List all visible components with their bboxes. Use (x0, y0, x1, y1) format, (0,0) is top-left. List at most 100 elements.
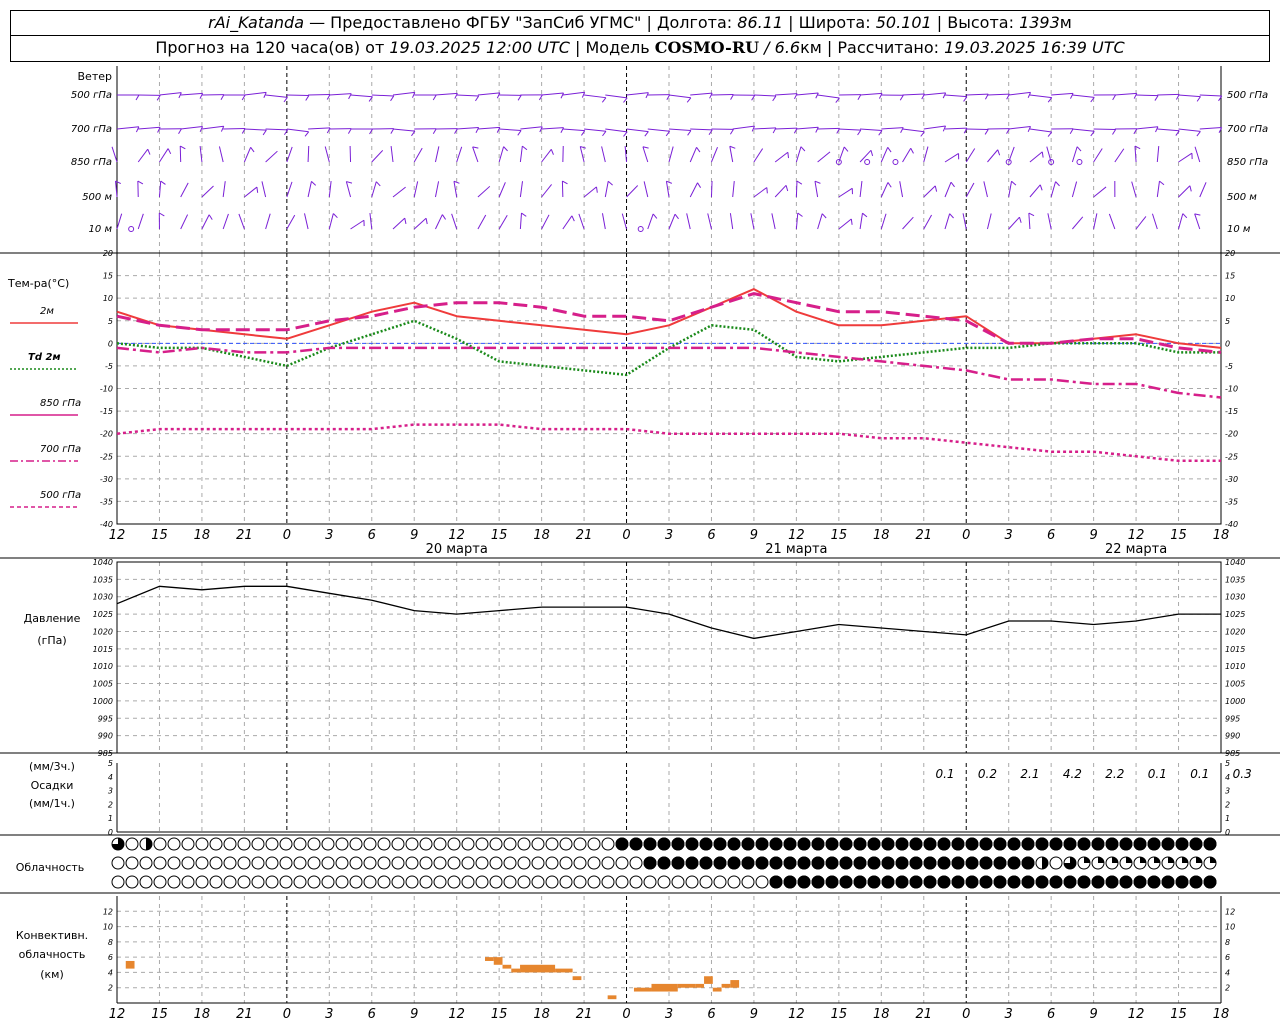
cloud-full (629, 837, 643, 851)
cloud-symbol (1175, 875, 1189, 889)
cloud-full (881, 856, 895, 870)
wind-barb-feather (814, 180, 821, 184)
cloud-symbol (1091, 837, 1105, 851)
wind-barb (413, 217, 427, 230)
cloud-symbol (923, 837, 937, 851)
wind-barb (345, 181, 352, 198)
wind-barb (222, 181, 226, 198)
cloud-partial (1084, 857, 1090, 863)
cloud-full (1119, 875, 1133, 889)
conv-x-tick: 18 (873, 1007, 890, 1022)
conv-layer (511, 968, 521, 973)
wind-barb (477, 185, 491, 198)
wind-barb (753, 94, 776, 97)
cloud-symbol (195, 837, 209, 851)
cloud-symbol (993, 875, 1007, 889)
wind-barb-feather (1070, 93, 1074, 99)
wind-level-label: 500 гПа (71, 90, 112, 101)
wind-barb-feather (517, 95, 522, 101)
cloud-circle (699, 875, 713, 889)
wind-barb (541, 127, 564, 130)
cloud-symbol (909, 837, 923, 851)
wind-barb (987, 93, 1010, 96)
wind-barb (1194, 146, 1201, 163)
conv-x-tick: 12 (1128, 1007, 1145, 1022)
wind-barb-feather (797, 212, 803, 217)
cloud-partial (1098, 857, 1104, 863)
temperature-x-tick: 0 (962, 528, 970, 543)
cloud-symbol (713, 837, 727, 851)
wind-barb (707, 213, 712, 230)
cloud-circle (657, 875, 671, 889)
wind-barb-feather (800, 146, 806, 152)
cloud-full (1077, 837, 1091, 851)
wind-barb (244, 91, 267, 96)
cloud-symbol (517, 837, 531, 851)
cloud-full (825, 856, 839, 870)
cloud-circle (293, 875, 307, 889)
wind-barb (902, 128, 925, 133)
precip-3h-total: 0.1 (1148, 767, 1167, 781)
cloud-circle (181, 837, 195, 851)
cloud-full (671, 856, 685, 870)
cloud-symbol (1091, 875, 1105, 889)
wind-barb (477, 92, 500, 96)
cloud-symbol (937, 856, 951, 870)
cloud-full (769, 837, 783, 851)
wind-barb (795, 146, 802, 163)
wind-barb-feather (375, 181, 381, 187)
wind-barb (1199, 127, 1222, 130)
pressure-tick-right: 1015 (1225, 645, 1245, 654)
cloud-symbol (111, 856, 125, 870)
cloud-full (783, 856, 797, 870)
wind-barb-feather (787, 152, 790, 159)
pressure-tick-left: 1020 (93, 627, 113, 636)
cloud-symbol (965, 875, 979, 889)
cloud-symbol (811, 856, 825, 870)
cloud-symbol (1063, 837, 1077, 851)
wind-barb (308, 127, 331, 130)
temperature-tick-left: 15 (103, 272, 113, 281)
conv-layer (493, 957, 503, 965)
cloud-symbol (1021, 875, 1035, 889)
cloud-circle (125, 875, 139, 889)
precip-tick-right: 5 (1225, 759, 1230, 768)
wind-barb (1072, 216, 1084, 230)
cloud-partial (1182, 857, 1188, 863)
wind-barb (774, 184, 787, 198)
wind-level-label-right: 850 гПа (1227, 157, 1268, 168)
cloud-circle (335, 837, 349, 851)
wind-barb (986, 213, 992, 230)
cloud-symbol (265, 875, 279, 889)
cloud-symbol (895, 837, 909, 851)
cloud-symbol (335, 875, 349, 889)
wind-barb-feather (934, 185, 938, 192)
pressure-tick-right: 1025 (1225, 610, 1245, 619)
wind-barb (1178, 128, 1201, 132)
wind-barb (1029, 94, 1052, 99)
cloud-circle (293, 837, 307, 851)
cloud-symbol (643, 837, 657, 851)
temperature-tick-left: -10 (100, 385, 113, 394)
cloud-symbol (279, 837, 293, 851)
cloud-symbol (853, 837, 867, 851)
wind-barb (472, 146, 479, 163)
wind-barb (1131, 181, 1137, 198)
cloud-symbol (629, 856, 643, 870)
cloud-symbol (1021, 837, 1035, 851)
conv-layer (704, 976, 713, 984)
cloud-symbol (559, 837, 573, 851)
cloud-symbol (1035, 837, 1049, 851)
precip-tick-right: 2 (1225, 800, 1230, 809)
temperature-x-tick: 18 (194, 528, 211, 543)
conv-x-tick: 0 (622, 1007, 630, 1022)
cloud-symbol (1049, 856, 1063, 870)
cloud-symbol (1007, 875, 1021, 889)
wind-barb (456, 94, 479, 97)
cloud-full (909, 837, 923, 851)
wind-barb (392, 186, 406, 198)
pressure-tick-left: 1000 (93, 697, 113, 706)
cloud-symbol (657, 875, 671, 889)
cloud-full (1161, 837, 1175, 851)
cloud-full (783, 875, 797, 889)
